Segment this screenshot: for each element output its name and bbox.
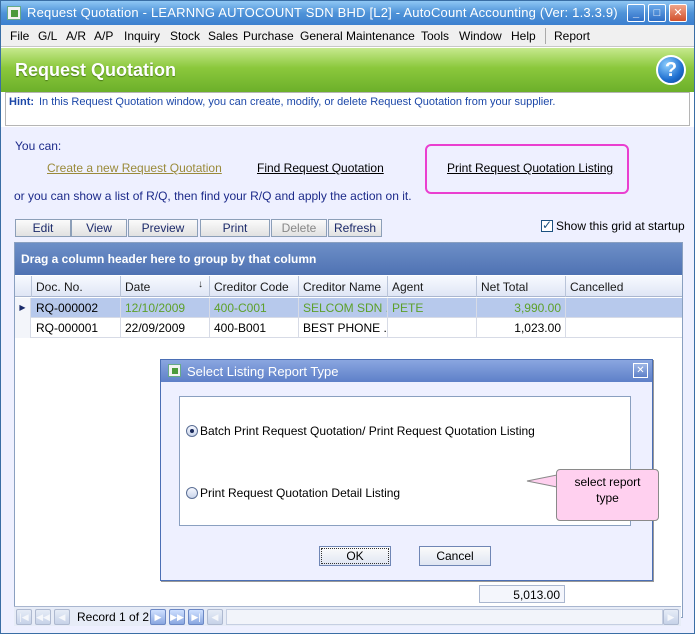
row-indicator — [15, 318, 31, 338]
title-bar: Request Quotation - LEARNNG AUTOCOUNT SD… — [1, 1, 694, 25]
menu-sales[interactable]: Sales — [208, 29, 238, 43]
cell-agent: PETE — [388, 298, 477, 318]
edit-button[interactable]: Edit — [15, 219, 71, 237]
column-creditor-name[interactable]: Creditor Name — [299, 276, 388, 297]
sort-down-icon: ↓ — [198, 279, 203, 290]
option-batch-print-label: Batch Print Request Quotation/ Print Req… — [200, 424, 535, 438]
you-can-label: You can: — [15, 139, 62, 153]
print-button[interactable]: Print — [200, 219, 270, 237]
cell-creditor-code: 400-C001 — [210, 298, 299, 318]
next-record-icon[interactable]: ▶ — [150, 609, 166, 625]
record-position: Record 1 of 2 — [77, 610, 150, 624]
cancel-button[interactable]: Cancel — [419, 546, 491, 566]
menu-inquiry[interactable]: Inquiry — [124, 29, 160, 43]
hint-bar: Hint: In this Request Quotation window, … — [5, 92, 690, 126]
cell-agent — [388, 318, 477, 338]
highlight-annotation-box — [425, 144, 629, 194]
cell-creditor-name: BEST PHONE ... — [299, 318, 388, 338]
menu-stock[interactable]: Stock — [170, 29, 200, 43]
first-record-icon[interactable]: |◀ — [16, 609, 32, 625]
ok-button[interactable]: OK — [319, 546, 391, 566]
menu-ar[interactable]: A/R — [66, 29, 86, 43]
menu-report[interactable]: Report — [554, 29, 590, 43]
menu-gl[interactable]: G/L — [38, 29, 57, 43]
find-request-quotation-link[interactable]: Find Request Quotation — [257, 161, 384, 175]
menu-tools[interactable]: Tools — [421, 29, 449, 43]
option-detail-listing[interactable]: Print Request Quotation Detail Listing — [186, 486, 400, 500]
menu-bar: File G/L A/R A/P Inquiry Stock Sales Pur… — [1, 25, 694, 47]
menu-file[interactable]: File — [10, 29, 29, 43]
cell-doc-no: RQ-000002 — [32, 298, 121, 318]
minimize-button[interactable]: _ — [627, 4, 645, 22]
create-request-quotation-link[interactable]: Create a new Request Quotation — [47, 161, 222, 175]
select-report-type-callout: select report type — [556, 469, 659, 521]
callout-pointer — [526, 474, 558, 488]
dialog-title: Select Listing Report Type — [187, 364, 339, 379]
record-navigator: |◀ ◀◀ ◀ Record 1 of 2 ▶ ▶▶ ▶| ◀ ▶ — [14, 606, 681, 626]
menu-purchase[interactable]: Purchase — [243, 29, 294, 43]
row-indicator-icon: ▶ — [15, 298, 31, 318]
header-indicator — [15, 276, 32, 297]
window-title: Request Quotation - LEARNNG AUTOCOUNT SD… — [27, 5, 618, 20]
show-grid-label: Show this grid at startup — [556, 219, 685, 233]
table-row[interactable]: RQ-000001 22/09/2009 400-B001 BEST PHONE… — [15, 318, 682, 338]
cell-net-total: 3,990.00 — [477, 298, 566, 318]
net-total-summary: 5,013.00 — [479, 585, 565, 603]
dialog-title-bar: Select Listing Report Type ✕ — [161, 360, 652, 382]
view-button[interactable]: View — [71, 219, 127, 237]
table-row[interactable]: ▶ RQ-000002 12/10/2009 400-C001 SELCOM S… — [15, 298, 682, 318]
main-window: Request Quotation - LEARNNG AUTOCOUNT SD… — [0, 0, 695, 634]
cell-creditor-name: SELCOM SDN ... — [299, 298, 388, 318]
menu-help[interactable]: Help — [511, 29, 536, 43]
column-net-total[interactable]: Net Total — [477, 276, 566, 297]
cell-net-total: 1,023.00 — [477, 318, 566, 338]
cell-doc-no: RQ-000001 — [32, 318, 121, 338]
radio-detail-listing[interactable] — [186, 487, 198, 499]
hint-label: Hint: — [9, 96, 35, 108]
radio-batch-print[interactable] — [186, 425, 198, 437]
page-title: Request Quotation — [15, 60, 176, 80]
column-creditor-code[interactable]: Creditor Code — [210, 276, 299, 297]
cell-date: 22/09/2009 — [121, 318, 210, 338]
group-by-panel[interactable]: Drag a column header here to group by th… — [15, 243, 682, 275]
option-batch-print[interactable]: Batch Print Request Quotation/ Print Req… — [186, 424, 535, 438]
previous-page-icon[interactable]: ◀◀ — [35, 609, 51, 625]
cell-date: 12/10/2009 — [121, 298, 210, 318]
menu-window[interactable]: Window — [459, 29, 502, 43]
refresh-button[interactable]: Refresh — [328, 219, 382, 237]
column-date[interactable]: Date ↓ — [121, 276, 210, 297]
delete-button[interactable]: Delete — [271, 219, 327, 237]
dialog-close-button[interactable]: ✕ — [633, 363, 648, 378]
app-icon — [7, 6, 21, 20]
horizontal-scrollbar[interactable] — [226, 609, 663, 625]
column-doc-no[interactable]: Doc. No. — [32, 276, 121, 297]
cell-creditor-code: 400-B001 — [210, 318, 299, 338]
column-date-label: Date — [125, 280, 151, 294]
maximize-button[interactable]: □ — [648, 4, 666, 22]
scroll-right-icon[interactable]: ▶ — [663, 609, 679, 625]
option-detail-listing-label: Print Request Quotation Detail Listing — [200, 486, 401, 500]
list-instruction-text: or you can show a list of R/Q, then find… — [14, 189, 412, 203]
close-button[interactable]: ✕ — [669, 4, 687, 22]
menu-ap[interactable]: A/P — [94, 29, 113, 43]
scroll-left-icon[interactable]: ◀ — [207, 609, 223, 625]
cell-cancelled — [566, 298, 682, 318]
column-cancelled[interactable]: Cancelled — [566, 276, 682, 297]
column-agent[interactable]: Agent — [388, 276, 477, 297]
previous-record-icon[interactable]: ◀ — [54, 609, 70, 625]
next-page-icon[interactable]: ▶▶ — [169, 609, 185, 625]
show-grid-checkbox[interactable] — [541, 218, 553, 232]
last-record-icon[interactable]: ▶| — [188, 609, 204, 625]
page-header: Request Quotation ? — [1, 48, 694, 92]
dialog-app-icon — [168, 364, 181, 377]
menu-separator — [545, 28, 546, 44]
help-icon[interactable]: ? — [656, 55, 686, 85]
show-grid-startup-option[interactable]: Show this grid at startup — [541, 218, 685, 233]
cell-cancelled — [566, 318, 682, 338]
grid-header: Doc. No. Date ↓ Creditor Code Creditor Na… — [15, 276, 682, 297]
preview-button[interactable]: Preview — [128, 219, 198, 237]
menu-general-maintenance[interactable]: General Maintenance — [300, 29, 415, 43]
hint-text: In this Request Quotation window, you ca… — [39, 96, 556, 108]
